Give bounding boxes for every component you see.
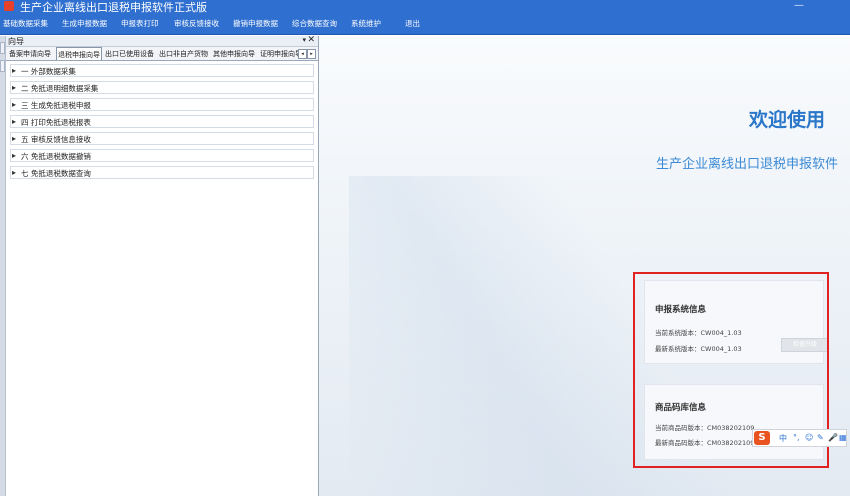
- welcome-heading: 欢迎使用: [748, 109, 825, 131]
- software-subtitle: 生产企业离线出口退税申报软件: [655, 157, 838, 172]
- expand-icon[interactable]: ▸: [12, 66, 16, 75]
- tree-item-generate-report[interactable]: ▸ 三 生成免抵退税申报: [10, 98, 314, 111]
- menu-item-revoke-data[interactable]: 撤销申报数据: [233, 18, 278, 29]
- nav-header: 向导 ▾ ✕: [6, 35, 318, 47]
- toolbox-icon[interactable]: ▦: [839, 433, 847, 442]
- menu-item-receive-review[interactable]: 审核反馈接收: [174, 18, 219, 29]
- expand-icon[interactable]: ▸: [12, 134, 16, 143]
- expand-icon[interactable]: ▸: [12, 83, 16, 92]
- tree-item-receive-feedback[interactable]: ▸ 五 审核反馈信息接收: [10, 132, 314, 145]
- welcome-content: 欢迎使用 生产企业离线出口退税申报软件 申报系统信息 当前系统版本：CW004_…: [319, 36, 850, 496]
- tab-certificate-wizard[interactable]: 证明申报向导: [259, 49, 303, 60]
- handwriting-icon[interactable]: ✎: [817, 433, 824, 442]
- ime-toolbar: S 中 °, ☺ ✎ 🎤 ▦: [752, 429, 847, 447]
- close-icon[interactable]: ✕: [307, 35, 315, 45]
- tab-refund-wizard[interactable]: 退税申报向导: [56, 47, 102, 60]
- tab-scroll-left-icon[interactable]: ◂: [298, 49, 307, 59]
- tab-filing-wizard[interactable]: 备案申请向导: [8, 49, 52, 60]
- nav-tab-strip: 备案申请向导 退税申报向导 出口已使用设备 出口非自产货物 其他申报向导 证明申…: [6, 47, 318, 61]
- microphone-icon[interactable]: 🎤: [828, 433, 838, 442]
- menu-bar: 基础数据采集 生成申报数据 申报表打印 审核反馈接收 撤销申报数据 综合数据查询…: [0, 14, 850, 35]
- tab-used-equipment[interactable]: 出口已使用设备: [104, 49, 155, 60]
- tree-item-label: 二 免抵退明细数据采集: [21, 84, 99, 93]
- pin-icon[interactable]: ▾: [302, 36, 306, 44]
- menu-item-basic-data[interactable]: 基础数据采集: [3, 18, 48, 29]
- expand-icon[interactable]: ▸: [12, 117, 16, 126]
- tab-scroll-right-icon[interactable]: ▸: [307, 49, 316, 59]
- expand-icon[interactable]: ▸: [12, 168, 16, 177]
- tree-item-label: 三 生成免抵退税申报: [21, 101, 91, 110]
- title-bar: 生产企业离线出口退税申报软件正式版 —: [0, 0, 850, 14]
- expand-icon[interactable]: ▸: [12, 151, 16, 160]
- window-title: 生产企业离线出口退税申报软件正式版: [20, 1, 207, 14]
- menu-item-exit[interactable]: 退出: [405, 18, 420, 29]
- minimize-button[interactable]: —: [794, 0, 804, 11]
- dock-tab[interactable]: [0, 42, 5, 54]
- navigation-panel: 向导 ▾ ✕ 备案申请向导 退税申报向导 出口已使用设备 出口非自产货物 其他申…: [6, 35, 319, 496]
- tree-item-label: 七 免抵退税数据查询: [21, 169, 91, 178]
- sogou-logo-icon[interactable]: S: [754, 431, 770, 445]
- app-icon: [4, 1, 14, 11]
- expand-icon[interactable]: ▸: [12, 100, 16, 109]
- chinese-mode-icon[interactable]: 中: [779, 433, 787, 444]
- tree-item-revoke-data[interactable]: ▸ 六 免抵退税数据撤销: [10, 149, 314, 162]
- dock-tab[interactable]: [0, 60, 5, 72]
- tree-item-external-data[interactable]: ▸ 一 外部数据采集: [10, 64, 314, 77]
- tree-item-print-report[interactable]: ▸ 四 打印免抵退税报表: [10, 115, 314, 128]
- punctuation-icon[interactable]: °,: [793, 433, 800, 442]
- emoji-icon[interactable]: ☺: [805, 433, 813, 442]
- tree-item-detail-collection[interactable]: ▸ 二 免抵退明细数据采集: [10, 81, 314, 94]
- tree-item-query-data[interactable]: ▸ 七 免抵退税数据查询: [10, 166, 314, 179]
- tree-item-label: 六 免抵退税数据撤销: [21, 152, 91, 161]
- menu-item-query[interactable]: 综合数据查询: [292, 18, 337, 29]
- menu-item-system[interactable]: 系统维护: [351, 18, 381, 29]
- tab-non-self-goods[interactable]: 出口非自产货物: [158, 49, 209, 60]
- nav-title: 向导: [8, 37, 24, 46]
- tree-item-label: 五 审核反馈信息接收: [21, 135, 91, 144]
- menu-item-generate-data[interactable]: 生成申报数据: [62, 18, 107, 29]
- menu-item-print-report[interactable]: 申报表打印: [121, 18, 159, 29]
- tree-item-label: 四 打印免抵退税报表: [21, 118, 91, 127]
- tab-other-wizard[interactable]: 其他申报向导: [212, 49, 256, 60]
- tree-item-label: 一 外部数据采集: [21, 67, 76, 76]
